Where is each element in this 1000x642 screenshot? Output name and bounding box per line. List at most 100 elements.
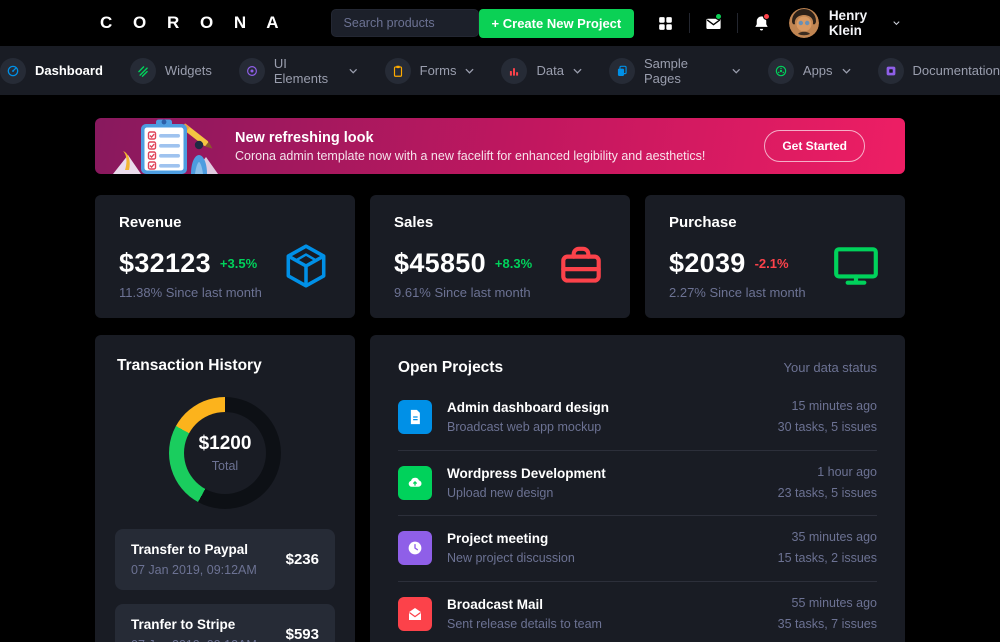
project-time: 15 minutes ago xyxy=(791,399,877,413)
donut-total-label: Total xyxy=(211,459,239,473)
transaction-date: 07 Jan 2019, 09:12AM xyxy=(131,563,257,577)
nav-item-documentation[interactable]: Documentation xyxy=(877,57,1000,84)
avatar[interactable] xyxy=(788,8,819,38)
transaction-name: Tranfer to Stripe xyxy=(131,617,236,632)
speedometer-icon xyxy=(0,57,26,84)
checklist-illustration xyxy=(113,119,218,174)
card-title: Open Projects xyxy=(398,359,504,376)
divider xyxy=(737,13,738,33)
promo-banner: New refreshing look Corona admin templat… xyxy=(95,118,905,174)
nav-item-dashboard[interactable]: Dashboard xyxy=(0,57,103,84)
stat-value: $45850 xyxy=(394,248,486,278)
stat-note: 11.38% Since last month xyxy=(119,285,262,300)
nav-item-ui-elements[interactable]: UI Elements xyxy=(238,56,358,86)
mail-open-icon xyxy=(398,596,432,631)
monitor-icon xyxy=(831,241,881,291)
stat-value: $32123 xyxy=(119,248,211,278)
chevron-down-icon xyxy=(465,68,475,74)
topbar: C O R O N A + Create New Project Henry K… xyxy=(0,0,1000,46)
nav-item-apps[interactable]: Apps xyxy=(767,57,851,84)
search-input[interactable] xyxy=(330,9,479,37)
bar-chart-icon xyxy=(501,57,528,84)
user-name: Henry Klein xyxy=(828,8,868,38)
project-time: 35 minutes ago xyxy=(791,530,877,544)
donut-chart-wrap: $1200 Total xyxy=(169,397,281,509)
stat-note: 9.61% Since last month xyxy=(394,285,531,300)
file-icon xyxy=(398,400,432,435)
nav-item-sample-pages[interactable]: Sample Pages xyxy=(608,56,741,86)
stat-title: Purchase xyxy=(669,214,737,231)
project-meta: 30 tasks, 5 issues xyxy=(777,420,877,435)
chevron-down-icon xyxy=(732,68,741,74)
stat-delta: +3.5% xyxy=(219,256,258,271)
purchase-card: Purchase $2039 -2.1% 2.27% Since last mo… xyxy=(645,195,905,318)
stat-title: Sales xyxy=(394,214,434,231)
mail-icon[interactable] xyxy=(704,12,723,34)
stat-delta: +8.3% xyxy=(494,256,533,271)
cloud-upload-icon xyxy=(398,465,432,500)
chevron-down-icon xyxy=(841,68,851,74)
chevron-down-icon xyxy=(893,21,900,26)
donut-total-value: $1200 xyxy=(198,433,252,454)
project-title: Wordpress Development xyxy=(447,465,606,481)
brand-logo: C O R O N A xyxy=(100,13,287,32)
transaction-date: 07 Jan 2019, 09:12AM xyxy=(131,638,257,642)
project-desc: New project discussion xyxy=(447,551,575,566)
mail-badge xyxy=(715,13,723,20)
transaction-history-card: Transaction History $1200 Total Transfer… xyxy=(95,335,355,642)
nav-item-data[interactable]: Data xyxy=(501,57,582,84)
clipboard-icon xyxy=(384,57,411,84)
user-menu[interactable]: Henry Klein xyxy=(829,8,900,38)
card-title: Transaction History xyxy=(117,357,262,374)
project-time: 55 minutes ago xyxy=(791,595,877,610)
project-meta: 15 tasks, 2 issues xyxy=(777,551,877,566)
revenue-card: Revenue $32123 +3.5% 11.38% Since last m… xyxy=(95,195,355,318)
project-item: Broadcast Mail Sent release details to t… xyxy=(398,580,877,642)
create-new-project-button[interactable]: + Create New Project xyxy=(478,8,635,38)
transaction-amount: $236 xyxy=(285,551,319,568)
stat-title: Revenue xyxy=(119,214,182,231)
project-desc: Sent release details to team xyxy=(447,616,602,631)
main-content: New refreshing look Corona admin templat… xyxy=(95,118,905,642)
banner-text: New refreshing look Corona admin templat… xyxy=(235,130,705,163)
search-box xyxy=(330,9,479,37)
topbar-actions: + Create New Project Henry Klein xyxy=(478,8,900,38)
banner-title: New refreshing look xyxy=(235,129,374,146)
stats-row: Revenue $32123 +3.5% 11.38% Since last m… xyxy=(95,195,905,318)
stat-note: 2.27% Since last month xyxy=(669,285,806,300)
project-title: Broadcast Mail xyxy=(447,596,544,612)
project-meta: 23 tasks, 5 issues xyxy=(777,485,877,500)
data-status-label: Your data status xyxy=(783,360,877,375)
project-desc: Broadcast web app mockup xyxy=(447,420,602,435)
project-item: Project meeting New project discussion 3… xyxy=(398,515,877,581)
stat-value: $2039 xyxy=(669,248,746,278)
stat-delta: -2.1% xyxy=(754,256,789,271)
bell-badge xyxy=(762,13,770,20)
apps-grid-icon[interactable] xyxy=(656,12,675,34)
divider xyxy=(689,13,691,33)
get-started-button[interactable]: Get Started xyxy=(764,130,865,162)
chevron-down-icon xyxy=(573,68,582,74)
nav-item-forms[interactable]: Forms xyxy=(384,57,475,84)
project-time: 1 hour ago xyxy=(817,464,877,479)
chevron-down-icon xyxy=(349,68,358,74)
pages-icon xyxy=(608,57,635,84)
banner-subtitle: Corona admin template now with a new fac… xyxy=(235,148,706,163)
open-projects-card: Open Projects Your data status Admin das… xyxy=(370,335,905,642)
cube-icon xyxy=(281,241,331,291)
nav-item-widgets[interactable]: Widgets xyxy=(129,57,212,84)
project-meta: 35 tasks, 7 issues xyxy=(777,616,877,631)
bell-icon[interactable] xyxy=(752,12,771,34)
transaction-row: Tranfer to Stripe 07 Jan 2019, 09:12AM $… xyxy=(115,604,335,642)
transaction-amount: $593 xyxy=(285,626,319,642)
donut-center: $1200 Total xyxy=(184,412,266,494)
document-icon xyxy=(877,57,904,84)
project-item: Wordpress Development Upload new design … xyxy=(398,449,877,516)
project-item: Admin dashboard design Broadcast web app… xyxy=(398,385,877,450)
transaction-row: Transfer to Paypal 07 Jan 2019, 09:12AM … xyxy=(115,529,335,590)
diagonal-stripes-icon xyxy=(129,57,156,84)
clock-icon xyxy=(398,531,432,566)
project-title: Project meeting xyxy=(447,531,549,547)
sales-card: Sales $45850 +8.3% 9.61% Since last mont… xyxy=(370,195,630,318)
main-nav: Dashboard Widgets UI Elements Forms Data… xyxy=(0,46,1000,95)
